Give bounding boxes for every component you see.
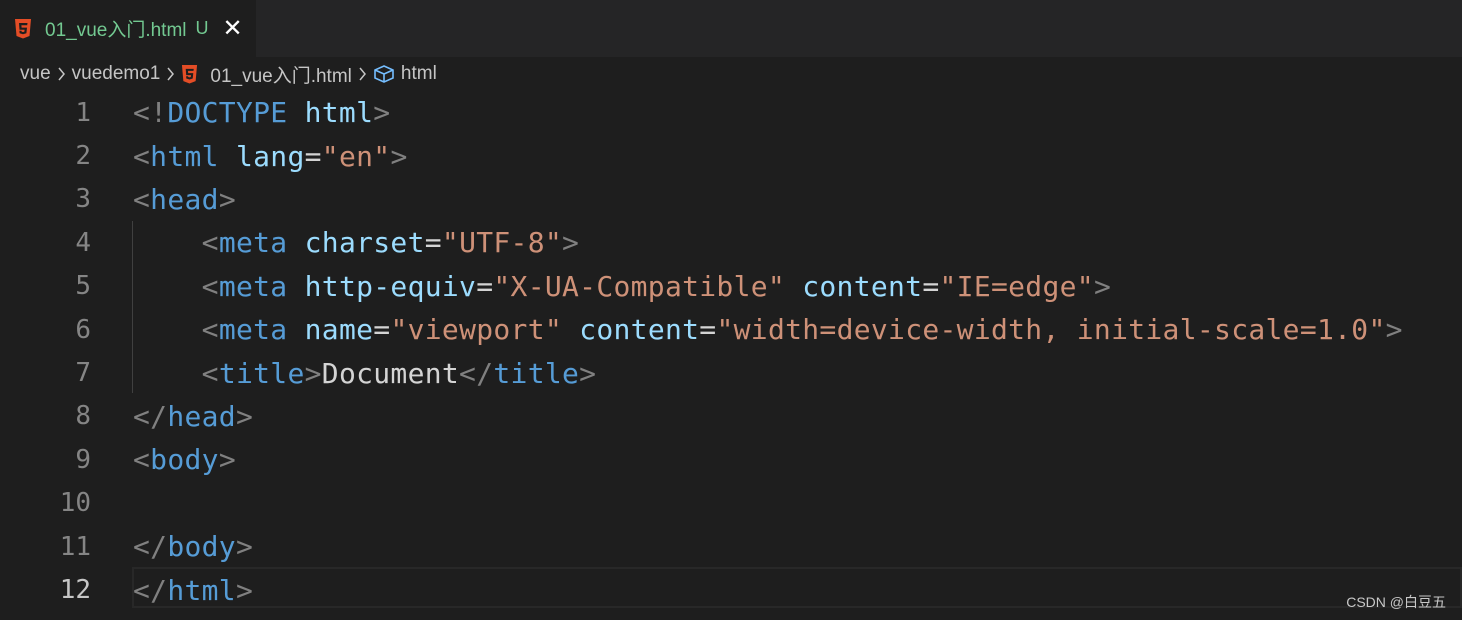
chevron-right-icon (166, 67, 175, 81)
line-number: 1 (75, 97, 91, 128)
code-line[interactable]: 5 <meta http-equiv="X-UA-Compatible" con… (0, 265, 1462, 308)
code-text: <meta charset="UTF-8"> (201, 226, 580, 260)
chevron-right-icon (57, 67, 66, 81)
html5-icon (182, 64, 198, 83)
code-line[interactable]: 7 <title>Document</title> (0, 351, 1462, 394)
breadcrumb-item-vue[interactable]: vue (20, 63, 51, 85)
code-line[interactable]: 11 </body> (0, 525, 1462, 568)
code-editor[interactable]: 1 <!DOCTYPE html> 2 <html lang="en"> 3 <head>… (0, 91, 1462, 620)
cube-icon (374, 65, 394, 83)
code-line[interactable]: 4 <meta charset="UTF-8"> (0, 221, 1462, 264)
editor-tab[interactable]: 01_vue入门.html U ✕ (0, 0, 256, 57)
code-line[interactable]: 12 </html> (0, 568, 1462, 611)
breadcrumb-file-label: 01_vue入门.html (210, 65, 352, 87)
code-line[interactable]: 9 <body> (0, 438, 1462, 481)
code-text: <meta name="viewport" content="width=dev… (201, 313, 1403, 347)
code-text: <meta http-equiv="X-UA-Compatible" conte… (201, 269, 1112, 303)
code-text: </html> (133, 573, 254, 607)
code-line[interactable]: 10 (0, 482, 1462, 525)
breadcrumb-item-html[interactable]: html (373, 63, 437, 85)
breadcrumb-item-file[interactable]: 01_vue入门.html (181, 61, 352, 88)
line-number: 11 (59, 531, 91, 562)
code-line[interactable]: 1 <!DOCTYPE html> (0, 91, 1462, 134)
line-number: 6 (75, 314, 91, 345)
code-text: </head> (133, 399, 254, 433)
untracked-badge: U (195, 18, 209, 38)
breadcrumb: vue vuedemo1 01_vue入门.html html (0, 57, 1462, 91)
code-line[interactable]: 6 <meta name="viewport" content="width=d… (0, 308, 1462, 351)
code-text: <title>Document</title> (201, 356, 597, 390)
code-line[interactable]: 2 <html lang="en"> (0, 134, 1462, 177)
line-number: 5 (75, 271, 91, 302)
code-line[interactable]: 3 <head> (0, 178, 1462, 221)
tab-bar: 01_vue入门.html U ✕ (0, 0, 1462, 57)
line-number: 3 (75, 184, 91, 215)
code-text: <html lang="en"> (133, 139, 408, 173)
chevron-right-icon (358, 67, 367, 81)
line-number: 7 (75, 358, 91, 389)
line-number: 2 (75, 141, 91, 172)
watermark: CSDN @白豆五 (1346, 594, 1446, 610)
code-text: <body> (133, 443, 236, 477)
line-number: 8 (75, 401, 91, 432)
code-line[interactable]: 8 </head> (0, 395, 1462, 438)
html5-icon (15, 18, 31, 38)
tab-filename: 01_vue入门.html (45, 20, 187, 41)
code-text: <head> (133, 182, 236, 216)
code-text: </body> (133, 530, 254, 564)
line-number: 4 (75, 227, 91, 258)
line-number: 10 (59, 488, 91, 519)
close-icon[interactable]: ✕ (223, 16, 243, 41)
code-text: <!DOCTYPE html> (133, 96, 391, 130)
line-number: 12 (59, 575, 91, 606)
breadcrumb-item-vuedemo1[interactable]: vuedemo1 (72, 63, 161, 85)
line-number: 9 (75, 444, 91, 475)
breadcrumb-html-label: html (400, 63, 437, 84)
